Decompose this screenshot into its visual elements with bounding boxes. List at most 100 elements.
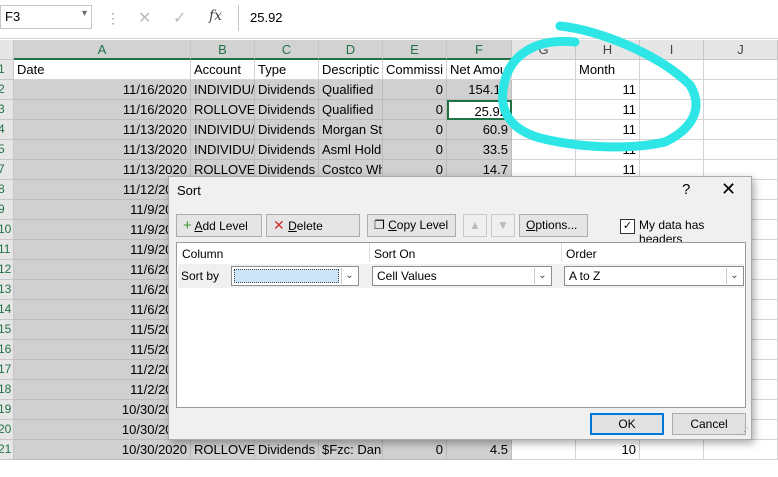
column-select[interactable]: ⌄ [231,266,359,286]
cell-h[interactable]: Month [576,60,640,80]
cell-a[interactable]: 11/13/2020 [14,160,191,180]
cell-a[interactable]: 11/9/2020 [14,220,191,240]
chevron-down-icon[interactable]: ▾ [82,8,87,19]
cell-g[interactable] [512,120,576,140]
cell-a[interactable]: 11/16/2020 [14,100,191,120]
cell-b[interactable]: INDIVIDU/ [191,120,255,140]
row-header[interactable]: 1 [0,60,14,80]
cell-i[interactable] [640,100,704,120]
cell-i[interactable] [640,140,704,160]
resize-grip-icon[interactable]: ⋰ [740,426,749,437]
cell-f[interactable]: 60.9 [447,120,512,140]
cell-a[interactable]: 11/5/2020 [14,340,191,360]
cell-f[interactable]: 33.5 [447,140,512,160]
order-select[interactable]: A to Z ⌄ [564,266,744,286]
cell-f[interactable]: Net Amount [447,60,512,80]
cell-d[interactable]: Descriptic [319,60,383,80]
cell-g[interactable] [512,440,576,460]
cancel-button[interactable]: Cancel [672,413,746,435]
cell-d[interactable]: Qualified [319,100,383,120]
cell-j[interactable] [704,80,778,100]
cell-h[interactable]: 11 [576,140,640,160]
column-header-j[interactable]: J [704,40,778,60]
cell-j[interactable] [704,440,778,460]
cell-h[interactable]: 10 [576,440,640,460]
cell-c[interactable]: Dividends [255,440,319,460]
row-header[interactable]: 2 [0,80,14,100]
cell-g[interactable] [512,80,576,100]
cell-i[interactable] [640,80,704,100]
cell-a[interactable]: 10/30/2020 [14,400,191,420]
cell-f[interactable]: 154.19 [447,80,512,100]
delete-level-button[interactable]: ✕ Delete Level [266,214,360,254]
row-header[interactable]: 14 [0,300,14,320]
column-header-c[interactable]: C [255,40,319,60]
row-header[interactable]: 5 [0,140,14,160]
cell-j[interactable] [704,120,778,140]
cell-a[interactable]: 10/30/2020 [14,440,191,460]
cell-a[interactable]: 11/6/2020 [14,280,191,300]
cell-c[interactable]: Dividends [255,100,319,120]
row-header[interactable]: 3 [0,100,14,120]
row-header[interactable]: 11 [0,240,14,260]
cell-a[interactable]: 11/2/2020 [14,360,191,380]
close-icon[interactable]: ✕ [721,179,736,200]
row-header[interactable]: 19 [0,400,14,420]
cell-h[interactable]: 11 [576,80,640,100]
row-header[interactable]: 9 [0,200,14,220]
cell-b[interactable]: INDIVIDU/ [191,140,255,160]
cell-d[interactable]: Qualified [319,80,383,100]
cell-b[interactable]: ROLLOVEF [191,100,255,120]
x-icon[interactable]: ✕ [138,8,151,28]
row-header[interactable]: 13 [0,280,14,300]
row-header[interactable]: 21 [0,440,14,460]
cell-e[interactable]: 0 [383,120,447,140]
cell-g[interactable] [512,140,576,160]
cell-a[interactable]: 11/9/2020 [14,240,191,260]
add-level-button[interactable]: + Add Level [176,214,262,237]
formula-input[interactable]: 25.92 [250,10,283,25]
move-up-button[interactable]: ▲ [463,214,487,237]
row-header[interactable]: 12 [0,260,14,280]
row-header[interactable]: 7 [0,160,14,180]
cell-a[interactable]: 11/6/2020 [14,300,191,320]
row-header[interactable]: 16 [0,340,14,360]
cell-i[interactable] [640,120,704,140]
column-header-d[interactable]: D [319,40,383,60]
sort-level-row[interactable]: Sort by ⌄ Cell Values ⌄ A to Z ⌄ [178,264,744,288]
cell-j[interactable] [704,100,778,120]
cell-i[interactable] [640,60,704,80]
cell-b[interactable]: INDIVIDU/ [191,80,255,100]
row-header[interactable]: 8 [0,180,14,200]
sort-on-select[interactable]: Cell Values ⌄ [372,266,552,286]
row-header[interactable]: 20 [0,420,14,440]
cell-d[interactable]: $Fzc: Dana [319,440,383,460]
column-header-a[interactable]: A [14,40,191,60]
cell-b[interactable]: ROLLOVEF [191,440,255,460]
cell-a[interactable]: 11/5/2020 [14,320,191,340]
column-header-g[interactable]: G [512,40,576,60]
cell-f[interactable]: 4.5 [447,440,512,460]
row-header[interactable]: 4 [0,120,14,140]
row-header[interactable]: 10 [0,220,14,240]
column-header-b[interactable]: B [191,40,255,60]
ok-button[interactable]: OK [590,413,664,435]
cell-a[interactable]: 11/2/2020 [14,380,191,400]
cell-b[interactable]: Account [191,60,255,80]
cell-h[interactable]: 11 [576,120,640,140]
cell-e[interactable]: 0 [383,100,447,120]
column-header-e[interactable]: E [383,40,447,60]
select-all-corner[interactable] [0,40,14,60]
cell-e[interactable]: 0 [383,440,447,460]
column-header-h[interactable]: H [576,40,640,60]
column-header-i[interactable]: I [640,40,704,60]
move-down-button[interactable]: ▼ [491,214,515,237]
copy-level-button[interactable]: ❐ Copy Level [367,214,456,237]
cell-e[interactable]: 0 [383,80,447,100]
cell-c[interactable]: Dividends [255,140,319,160]
help-icon[interactable]: ? [682,181,690,198]
cell-j[interactable] [704,140,778,160]
cell-f[interactable]: 25.92 [447,100,512,120]
cell-c[interactable]: Type [255,60,319,80]
cell-a[interactable]: Date [14,60,191,80]
